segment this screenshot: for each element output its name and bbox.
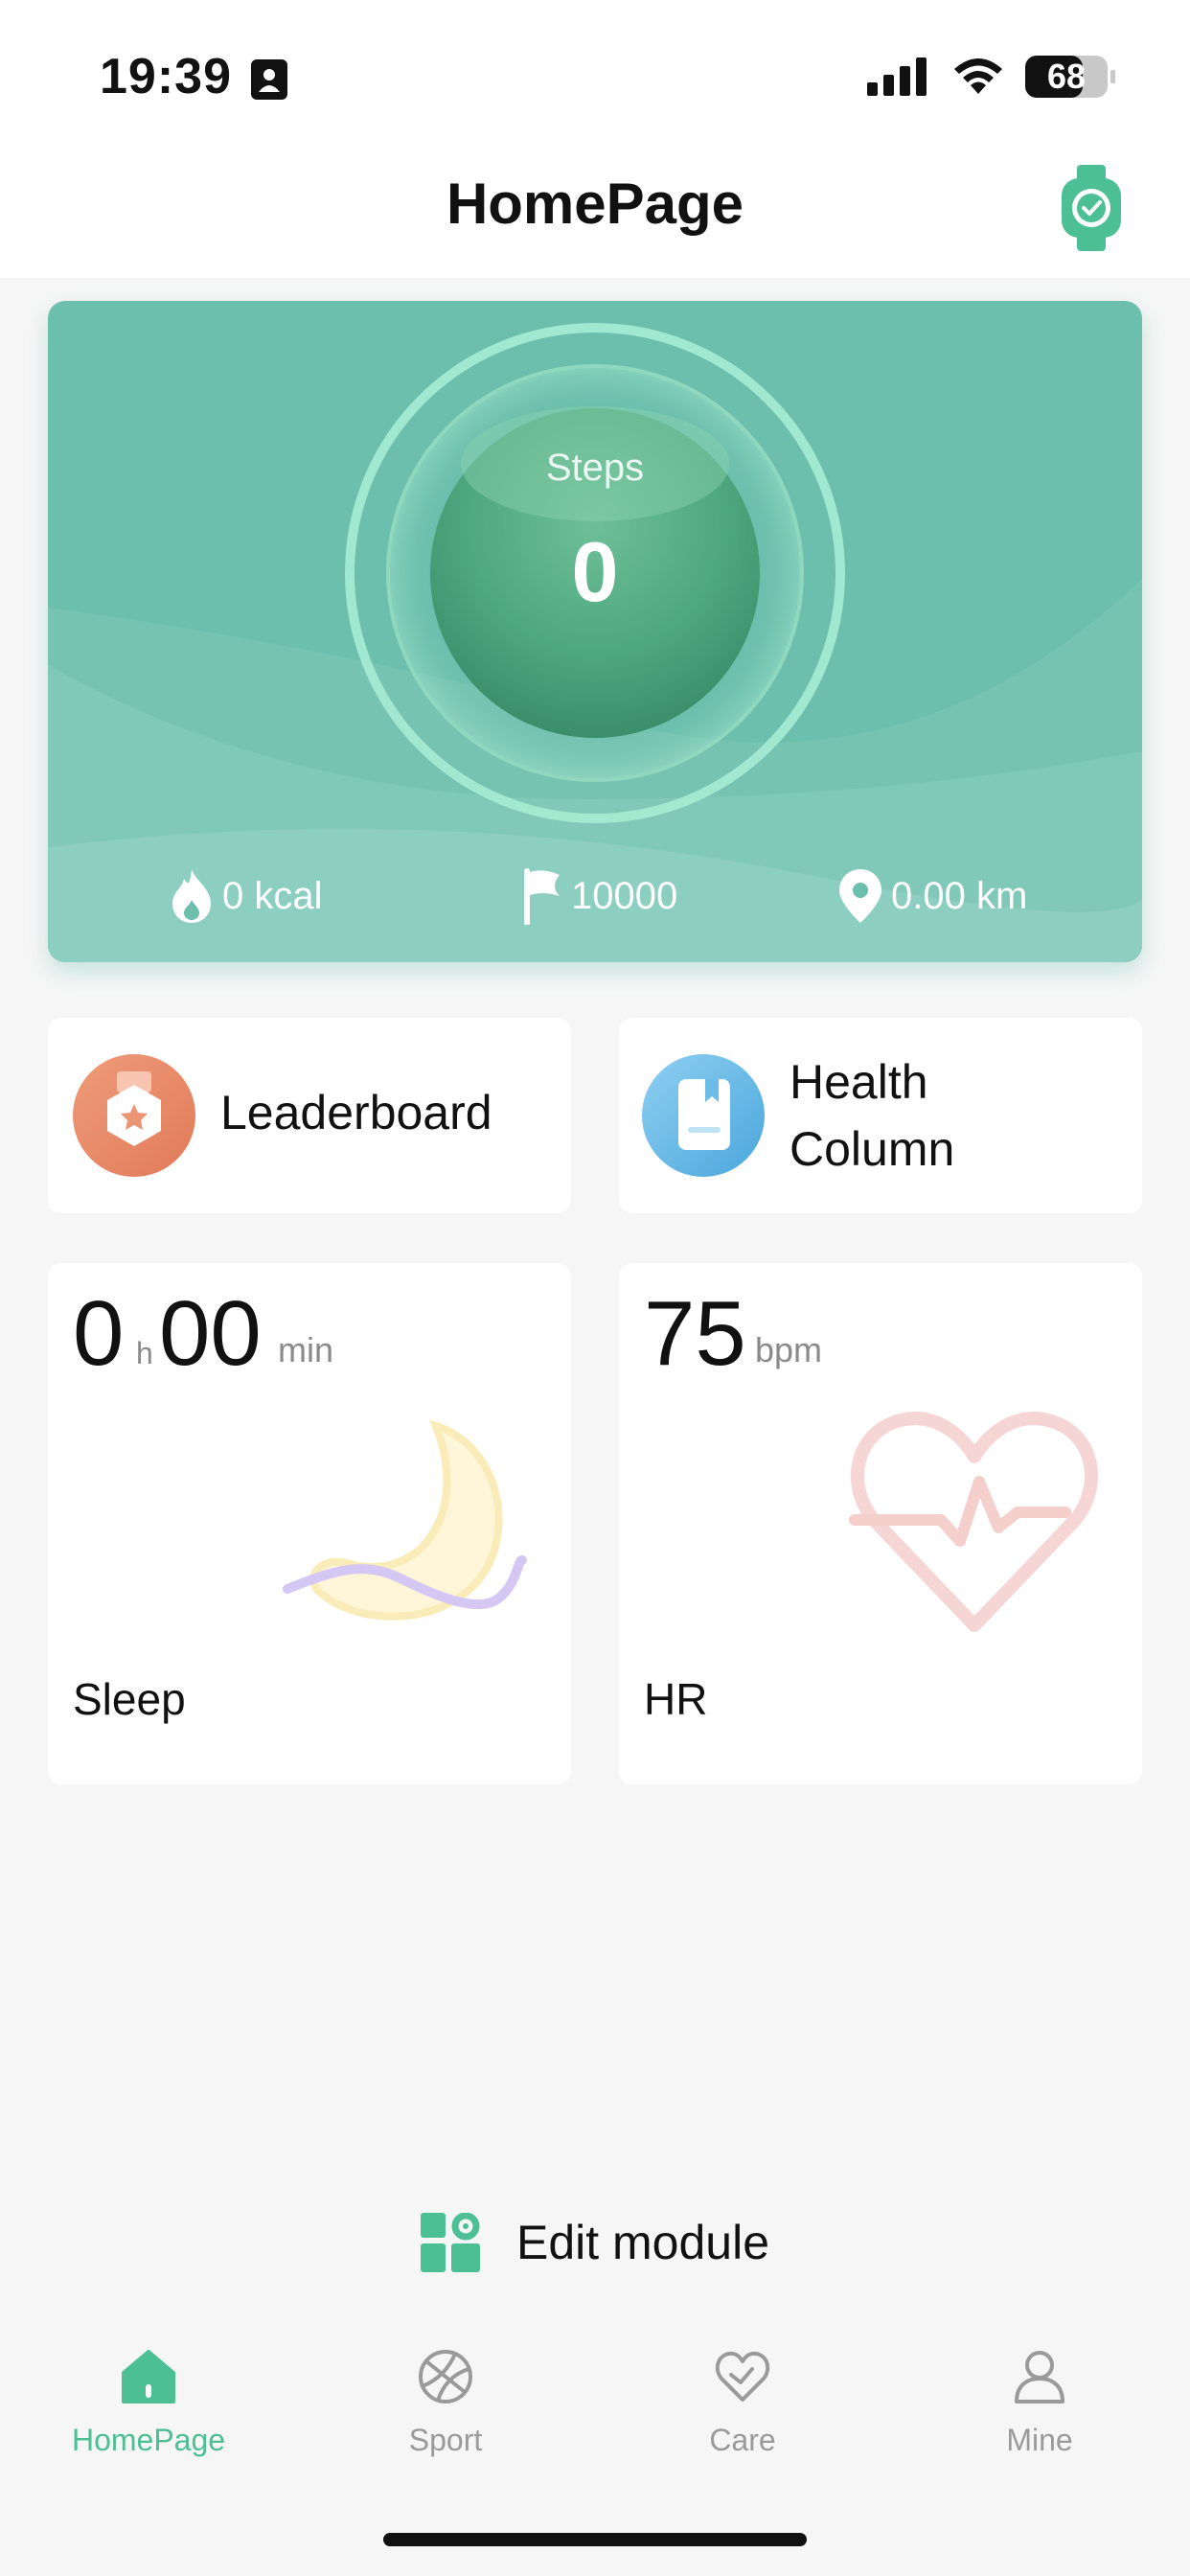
sleep-card[interactable]: 0 h 00 min Sleep bbox=[48, 1263, 571, 1784]
header: HomePage bbox=[0, 144, 1190, 278]
steps-card-background bbox=[48, 323, 1142, 962]
tab-sport[interactable]: Sport bbox=[297, 2319, 594, 2458]
sleep-minutes-unit: min bbox=[278, 1330, 334, 1369]
tab-mine[interactable]: Mine bbox=[891, 2319, 1188, 2458]
steps-value: 0 bbox=[571, 524, 619, 619]
heart-rate-card[interactable]: 75 bpm HR bbox=[619, 1263, 1142, 1784]
leaderboard-medal-icon bbox=[73, 1054, 195, 1177]
health-column-title-line1: Health bbox=[790, 1055, 928, 1109]
ball-icon bbox=[419, 2350, 472, 2404]
hr-label: HR bbox=[644, 1674, 708, 1724]
flame-icon bbox=[172, 869, 211, 923]
status-time: 19:39 bbox=[100, 49, 232, 104]
wifi-icon bbox=[954, 58, 1002, 94]
battery-indicator: 68 bbox=[1025, 56, 1119, 103]
home-indicator bbox=[383, 2533, 807, 2546]
sleep-hours: 0 bbox=[73, 1282, 125, 1385]
battery-level: 68 bbox=[1046, 57, 1087, 96]
status-bar: 19:39 68 bbox=[0, 0, 1190, 144]
edit-module-button[interactable]: Edit module bbox=[0, 2204, 1190, 2281]
tab-homepage[interactable]: HomePage bbox=[0, 2319, 297, 2458]
calories-stat: 0 kcal bbox=[167, 864, 323, 928]
page-title: HomePage bbox=[446, 172, 744, 236]
modules-grid-icon bbox=[420, 2213, 480, 2272]
hr-unit: bpm bbox=[755, 1330, 823, 1369]
person-icon bbox=[1015, 2351, 1064, 2404]
goal-stat: 10000 bbox=[517, 864, 677, 928]
sleep-label: Sleep bbox=[73, 1674, 186, 1724]
tab-sport-label: Sport bbox=[408, 2423, 483, 2457]
health-column-title-line2: Column bbox=[790, 1122, 955, 1176]
moon-icon bbox=[283, 1419, 527, 1621]
steps-card[interactable]: Steps 0 0 kcal 10000 0.00 km bbox=[48, 301, 1142, 962]
edit-module-label: Edit module bbox=[515, 2216, 770, 2269]
location-pin-icon bbox=[839, 869, 881, 923]
tab-mine-label: Mine bbox=[1006, 2423, 1073, 2457]
calories-value: 0 kcal bbox=[222, 874, 323, 917]
sleep-hours-unit: h bbox=[136, 1336, 153, 1370]
leaderboard-card[interactable]: Leaderboard bbox=[48, 1018, 571, 1213]
steps-label: Steps bbox=[545, 447, 645, 489]
distance-value: 0.00 km bbox=[891, 874, 1028, 917]
tab-homepage-label: HomePage bbox=[71, 2423, 226, 2457]
distance-stat: 0.00 km bbox=[835, 864, 1027, 928]
goal-value: 10000 bbox=[571, 874, 678, 917]
tab-care[interactable]: Care bbox=[594, 2319, 891, 2458]
cellular-signal-icon bbox=[867, 58, 927, 96]
heart-pulse-icon bbox=[849, 1412, 1098, 1632]
health-book-icon bbox=[642, 1054, 765, 1177]
heart-icon bbox=[715, 2351, 770, 2402]
flag-icon bbox=[524, 868, 560, 925]
leaderboard-title: Leaderboard bbox=[220, 1086, 492, 1139]
home-icon bbox=[122, 2350, 175, 2404]
health-column-card[interactable]: Health Column bbox=[619, 1018, 1142, 1213]
tab-bar: HomePage Sport Care Mine bbox=[0, 2319, 1190, 2511]
tab-care-label: Care bbox=[709, 2423, 776, 2457]
watch-connected-icon[interactable] bbox=[1058, 165, 1125, 251]
sleep-minutes: 00 bbox=[159, 1282, 262, 1385]
contact-card-icon bbox=[251, 59, 287, 100]
hr-value: 75 bbox=[644, 1282, 746, 1385]
